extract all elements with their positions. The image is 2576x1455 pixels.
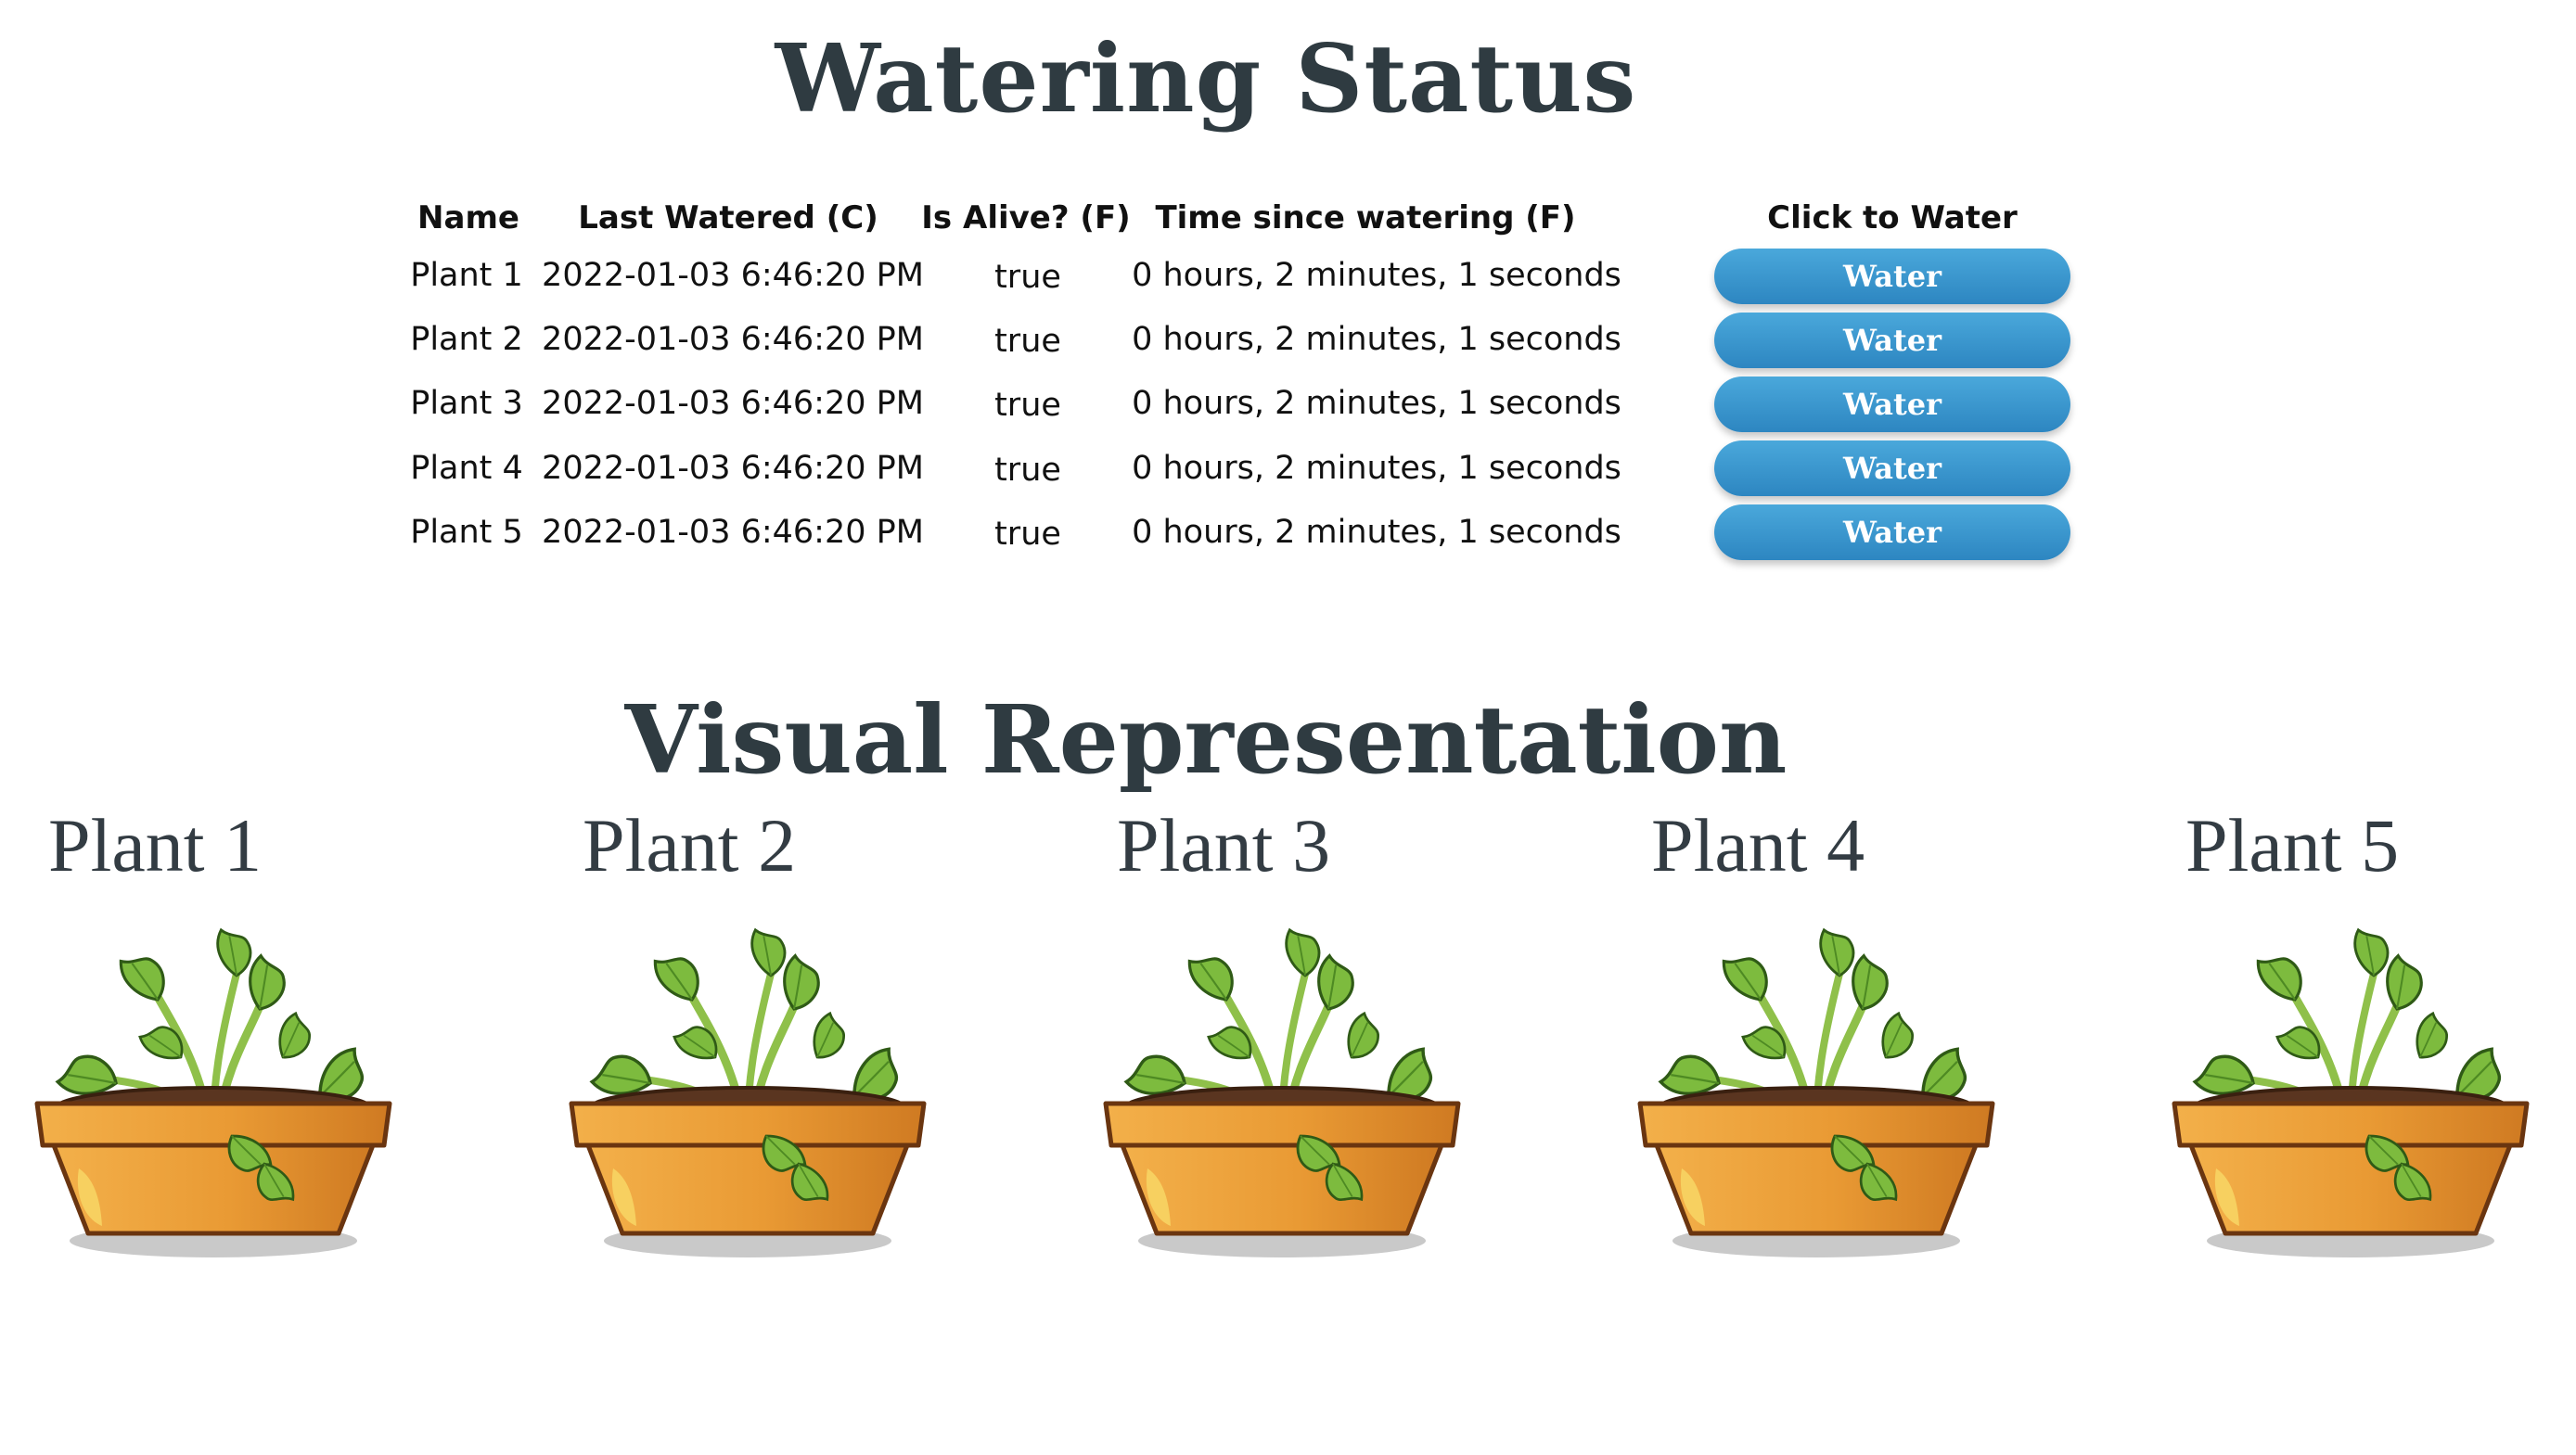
plant-label: Plant 5 (2185, 803, 2400, 887)
plant-card: Plant 4 (1631, 802, 2020, 1396)
plant-label: Plant 1 (48, 803, 263, 887)
time-since-cell: 0 hours, 2 minutes, 1 seconds (1132, 321, 1621, 358)
is-alive-cell: true (994, 387, 1061, 424)
water-button[interactable]: Water (1714, 249, 2070, 304)
plant-card: Plant 3 (1096, 802, 1486, 1396)
header-name: Name (417, 199, 519, 236)
is-alive-cell: true (994, 323, 1061, 360)
plant-name-cell: Plant 5 (410, 514, 523, 551)
visual-representation-title: Visual Representation (624, 684, 1788, 795)
potted-plant-icon (2165, 918, 2536, 1261)
last-watered-cell: 2022-01-03 6:46:20 PM (542, 514, 924, 551)
header-is-alive: Is Alive? (F) (921, 199, 1131, 236)
potted-plant-icon (562, 918, 933, 1261)
status-table: Name Last Watered (C) Is Alive? (F) Time… (0, 190, 2576, 580)
plant-name-cell: Plant 2 (410, 321, 523, 358)
last-watered-cell: 2022-01-03 6:46:20 PM (542, 257, 924, 294)
header-time-since: Time since watering (F) (1155, 199, 1576, 236)
potted-plant-icon (1096, 918, 1467, 1261)
time-since-cell: 0 hours, 2 minutes, 1 seconds (1132, 514, 1621, 551)
last-watered-cell: 2022-01-03 6:46:20 PM (542, 450, 924, 487)
water-button[interactable]: Water (1714, 440, 2070, 496)
is-alive-cell: true (994, 516, 1061, 553)
time-since-cell: 0 hours, 2 minutes, 1 seconds (1132, 385, 1621, 422)
plant-label: Plant 4 (1651, 803, 1865, 887)
time-since-cell: 0 hours, 2 minutes, 1 seconds (1132, 257, 1621, 294)
plant-name-cell: Plant 3 (410, 385, 523, 422)
header-last-watered: Last Watered (C) (578, 199, 878, 236)
potted-plant-icon (28, 918, 399, 1261)
time-since-cell: 0 hours, 2 minutes, 1 seconds (1132, 450, 1621, 487)
header-click-to-water: Click to Water (1767, 199, 2018, 236)
plant-card: Plant 1 (28, 802, 417, 1396)
water-button[interactable]: Water (1714, 504, 2070, 560)
water-button[interactable]: Water (1714, 377, 2070, 432)
plant-card: Plant 5 (2165, 802, 2555, 1396)
potted-plant-icon (1631, 918, 2002, 1261)
plant-name-cell: Plant 1 (410, 257, 523, 294)
is-alive-cell: true (994, 259, 1061, 296)
last-watered-cell: 2022-01-03 6:46:20 PM (542, 321, 924, 358)
plant-label: Plant 3 (1117, 803, 1331, 887)
water-button[interactable]: Water (1714, 313, 2070, 368)
page-title: Watering Status (775, 23, 1637, 134)
is-alive-cell: true (994, 452, 1061, 489)
plant-card: Plant 2 (562, 802, 952, 1396)
plant-label: Plant 2 (583, 803, 797, 887)
last-watered-cell: 2022-01-03 6:46:20 PM (542, 385, 924, 422)
plant-name-cell: Plant 4 (410, 450, 523, 487)
